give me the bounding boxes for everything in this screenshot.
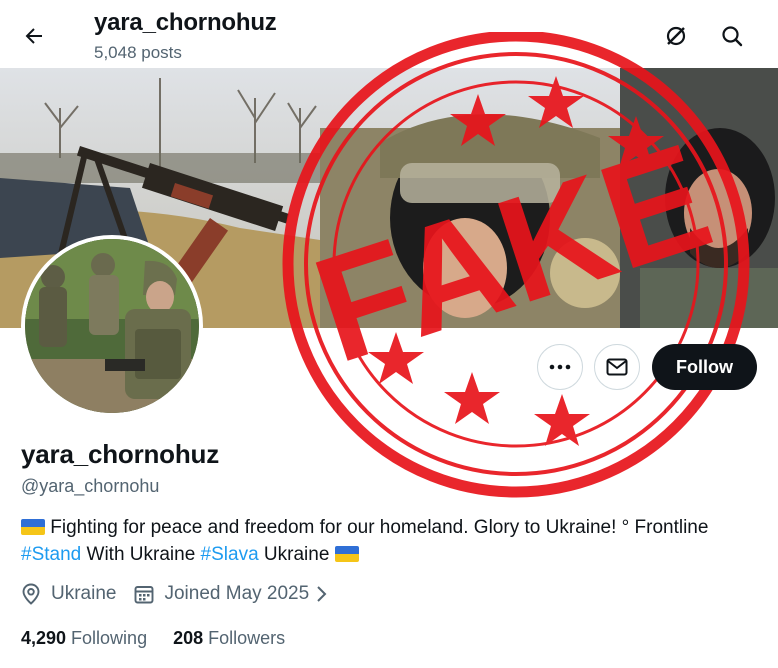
- avatar-photo: [25, 239, 199, 413]
- more-dots-icon: [549, 364, 571, 370]
- followers-link[interactable]: 208 Followers: [173, 628, 285, 649]
- bio: Fighting for peace and freedom for our h…: [21, 514, 761, 568]
- joined-date[interactable]: Joined May 2025: [164, 583, 309, 605]
- profile-header: yara_chornohuz 5,048 posts: [0, 0, 778, 68]
- followers-label: Followers: [208, 628, 286, 648]
- bio-text: Fighting for peace and freedom for our h…: [50, 517, 709, 538]
- ukraine-flag-icon: [21, 519, 45, 535]
- avatar[interactable]: [21, 235, 203, 417]
- follow-button[interactable]: Follow: [652, 344, 757, 390]
- following-label: Following: [71, 628, 148, 648]
- bio-mid-text: With Ukraine: [81, 544, 201, 565]
- handle: @yara_chornohu: [21, 476, 160, 496]
- more-button[interactable]: [537, 344, 583, 390]
- follow-counts: 4,290 Following 208 Followers: [21, 628, 285, 649]
- location: Ukraine: [51, 583, 117, 604]
- ukraine-flag-icon: [334, 546, 359, 562]
- post-count: 5,048 posts: [94, 43, 182, 62]
- back-button[interactable]: [14, 16, 54, 56]
- calendar-icon: [134, 583, 156, 605]
- grok-button[interactable]: [656, 16, 696, 56]
- search-button[interactable]: [712, 16, 752, 56]
- followers-count: 208: [173, 628, 204, 648]
- chevron-right-icon[interactable]: [315, 583, 337, 605]
- following-count: 4,290: [21, 628, 67, 648]
- location-pin-icon: [21, 583, 43, 605]
- following-link[interactable]: 4,290 Following: [21, 628, 147, 649]
- arrow-left-icon: [25, 28, 42, 44]
- bio-end-text: Ukraine: [258, 544, 335, 565]
- envelope-icon: [606, 358, 628, 376]
- header-title: yara_chornohuz: [94, 9, 277, 36]
- grok-icon: [666, 26, 686, 46]
- message-button[interactable]: [594, 344, 640, 390]
- hashtag-stand[interactable]: #Stand: [21, 544, 81, 565]
- display-name: yara_chornohuz: [21, 439, 220, 469]
- profile-meta: Ukraine Joined May 2025: [21, 583, 345, 605]
- hashtag-slava[interactable]: #Slava: [201, 544, 259, 565]
- search-icon: [722, 26, 743, 47]
